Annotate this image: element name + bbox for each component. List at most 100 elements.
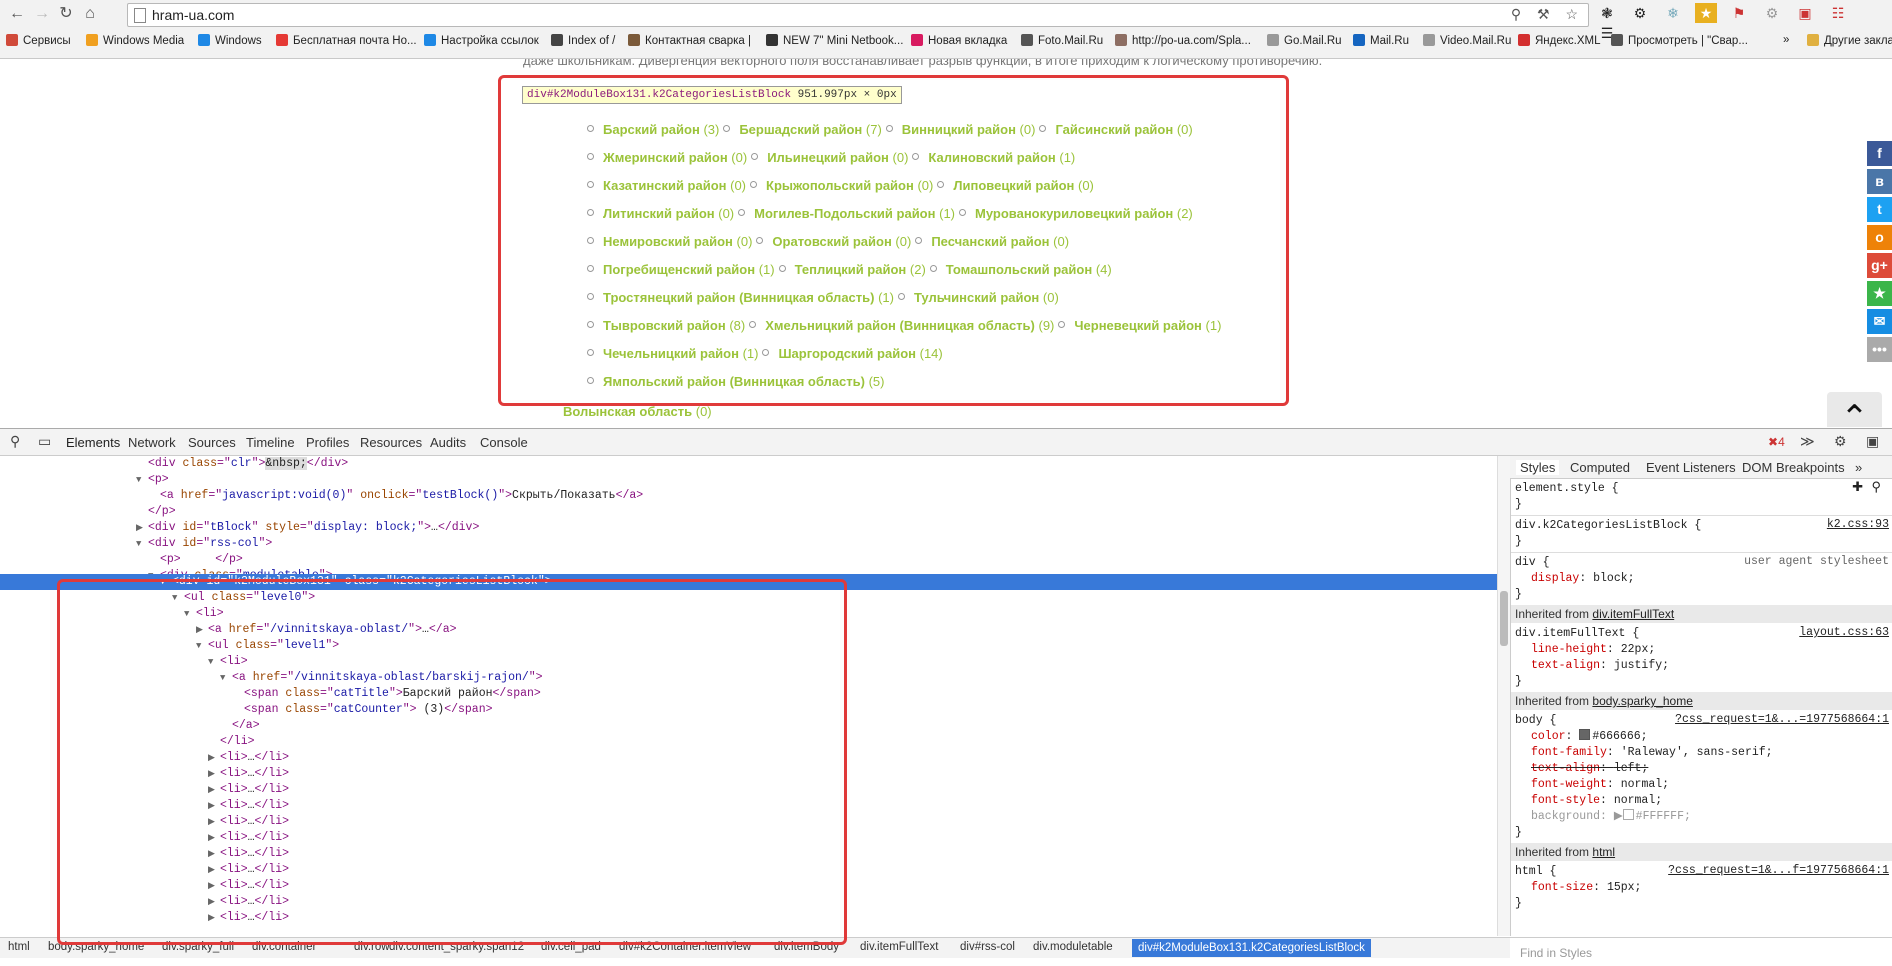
bookmark-item[interactable]: Яндекс.XML xyxy=(1518,34,1601,47)
share-button[interactable]: ★ xyxy=(1867,281,1892,306)
style-property[interactable]: font-style: normal; xyxy=(1531,793,1662,809)
devtools-tab[interactable]: Elements xyxy=(66,435,120,450)
bookmark-item[interactable]: Windows xyxy=(198,34,262,47)
category-link[interactable]: Тывровский район (8) xyxy=(587,312,745,340)
share-button[interactable]: t xyxy=(1867,197,1892,222)
styles-subtab[interactable]: » xyxy=(1855,460,1862,475)
category-link[interactable]: Казатинский район (0) xyxy=(587,172,746,200)
bookmark-item[interactable]: Mail.Ru xyxy=(1353,34,1409,47)
category-link[interactable]: Литинский район (0) xyxy=(587,200,734,228)
category-link[interactable]: Погребищенский район (1) xyxy=(587,256,775,284)
share-button[interactable]: в xyxy=(1867,169,1892,194)
bookmark-item[interactable]: NEW 7" Mini Netbook... xyxy=(766,34,903,47)
bookmark-item[interactable]: Windows Media xyxy=(86,34,184,47)
devtools-tab[interactable]: Profiles xyxy=(306,435,349,450)
style-property-inactive[interactable]: background: ▶ #FFFFFF; xyxy=(1531,809,1691,825)
snowflake-icon[interactable]: ❄ xyxy=(1662,3,1684,23)
dom-node[interactable]: ▼ <p> xyxy=(0,472,1497,488)
category-link[interactable]: Хмельницкий район (Винницкая область) (9… xyxy=(749,312,1054,340)
color-swatch[interactable] xyxy=(1579,729,1591,740)
category-link[interactable]: Немировский район (0) xyxy=(587,228,752,256)
search-icon[interactable]: ⚲ xyxy=(10,433,20,450)
rule-source-link[interactable]: ?css_request=1&...f=1977568664:1 xyxy=(1668,864,1889,877)
styles-subtab[interactable]: Styles xyxy=(1516,460,1560,475)
share-button[interactable]: ✉ xyxy=(1867,309,1892,334)
inherited-link[interactable]: body.sparky_home xyxy=(1592,694,1693,708)
category-link[interactable]: Гайсинский район (0) xyxy=(1039,116,1193,144)
style-property[interactable]: display: block; xyxy=(1531,571,1635,587)
scroll-to-top-button[interactable]: ⌃ xyxy=(1827,392,1882,427)
category-link[interactable]: Тростянецкий район (Винницкая область) (… xyxy=(587,284,894,312)
rule-selector[interactable]: div.k2CategoriesListBlock { xyxy=(1515,518,1701,534)
dom-node[interactable]: <a href="javascript:void(0)" onclick="te… xyxy=(0,488,1497,504)
settings-icon[interactable]: ⚙ xyxy=(1834,433,1847,450)
share-button[interactable]: ••• xyxy=(1867,337,1892,362)
style-property[interactable]: line-height: 22px; xyxy=(1531,642,1655,658)
element-style-rule[interactable]: element.style { xyxy=(1515,481,1619,497)
style-property[interactable]: color: #666666; xyxy=(1531,729,1648,745)
category-link[interactable]: Оратовский район (0) xyxy=(756,228,911,256)
bookmark-item[interactable]: Foto.Mail.Ru xyxy=(1021,34,1103,47)
bookmark-item[interactable]: Просмотреть | "Свар... xyxy=(1611,34,1748,47)
category-link[interactable]: Ильинецкий район (0) xyxy=(751,144,908,172)
devtools-tab[interactable]: Audits xyxy=(430,435,466,450)
spider-icon[interactable]: ❃ xyxy=(1596,3,1618,23)
address-bar[interactable]: hram-ua.com ⚲ ⚒ ☆ xyxy=(127,3,1589,27)
gear-alt-icon[interactable]: ⚙ xyxy=(1761,3,1783,23)
breadcrumb-item[interactable]: html xyxy=(8,941,30,953)
share-button[interactable]: f xyxy=(1867,141,1892,166)
category-link[interactable]: Липовецкий район (0) xyxy=(937,172,1094,200)
inherited-link[interactable]: div.itemFullText xyxy=(1592,607,1674,621)
category-link[interactable]: Мурованокуриловецкий район (2) xyxy=(959,200,1193,228)
category-link[interactable]: Шаргородский район (14) xyxy=(762,340,943,368)
breadcrumb-item[interactable]: div.moduletable xyxy=(1033,941,1113,953)
dom-node[interactable]: <div class="clr">&nbsp;</div> xyxy=(0,456,1497,472)
find-in-styles[interactable]: Find in Styles xyxy=(1510,937,1892,966)
share-button[interactable]: g+ xyxy=(1867,253,1892,278)
devtools-tab[interactable]: Sources xyxy=(188,435,236,450)
bookmark-item[interactable]: Video.Mail.Ru xyxy=(1423,34,1511,47)
new-rule-icon[interactable]: ✚ xyxy=(1852,480,1863,495)
bookmark-item[interactable]: Другие закладки xyxy=(1807,34,1892,47)
breadcrumb-item[interactable]: div#rss-col xyxy=(960,941,1015,953)
rule-selector[interactable]: html { xyxy=(1515,864,1556,880)
style-property[interactable]: text-align: justify; xyxy=(1531,658,1669,674)
category-link[interactable]: Винницкий район (0) xyxy=(885,116,1035,144)
search-icon[interactable]: ⚲ xyxy=(1511,6,1527,22)
pin-icon[interactable]: ⚲ xyxy=(1871,480,1881,495)
oblast-link[interactable]: Волынская область (0) xyxy=(563,404,712,419)
window-icon[interactable]: ▣ xyxy=(1794,3,1816,23)
category-link[interactable]: Бершадский район (7) xyxy=(723,116,882,144)
rule-selector[interactable]: div { xyxy=(1515,555,1550,571)
error-badge[interactable]: ✖4 xyxy=(1768,435,1785,449)
bookmark-star-icon[interactable]: ☆ xyxy=(1565,6,1584,22)
category-link[interactable]: Тульчинский район (0) xyxy=(897,284,1059,312)
category-link[interactable]: Крыжопольский район (0) xyxy=(750,172,933,200)
device-mode-icon[interactable]: ▭ xyxy=(38,433,51,450)
category-link[interactable]: Жмеринский район (0) xyxy=(587,144,747,172)
scrollbar-thumb[interactable] xyxy=(1500,591,1508,646)
rule-source-link[interactable]: ?css_request=1&...=1977568664:1 xyxy=(1675,713,1889,726)
rule-source-link[interactable]: layout.css:63 xyxy=(1799,626,1889,639)
back-icon[interactable]: ← xyxy=(6,3,28,25)
extension-icon[interactable]: ★ xyxy=(1695,3,1717,23)
styles-subtab[interactable]: DOM Breakpoints xyxy=(1742,460,1845,475)
share-button[interactable]: о xyxy=(1867,225,1892,250)
style-property[interactable]: font-weight: normal; xyxy=(1531,777,1669,793)
category-link[interactable]: Песчанский район (0) xyxy=(915,228,1069,256)
styles-subtab[interactable]: Computed xyxy=(1570,460,1630,475)
category-link[interactable]: Черневецкий район (1) xyxy=(1058,312,1221,340)
breadcrumb-item[interactable]: div.itemFullText xyxy=(860,941,938,953)
bookmark-item[interactable]: Бесплатная почта Но... xyxy=(276,34,417,47)
bookmark-item[interactable]: Настройка ссылок xyxy=(424,34,539,47)
category-link[interactable]: Могилев-Подольский район (1) xyxy=(738,200,955,228)
rule-selector[interactable]: body { xyxy=(1515,713,1556,729)
style-property[interactable]: font-family: 'Raleway', sans-serif; xyxy=(1531,745,1773,761)
styles-subtab[interactable]: Event Listeners xyxy=(1646,460,1736,475)
bookmark-item[interactable]: Go.Mail.Ru xyxy=(1267,34,1342,47)
category-link[interactable]: Калиновский район (1) xyxy=(912,144,1075,172)
category-link[interactable]: Томашпольский район (4) xyxy=(929,256,1112,284)
dom-node[interactable]: </p> xyxy=(0,504,1497,520)
dock-icon[interactable]: ▣ xyxy=(1866,433,1879,450)
category-link[interactable]: Ямпольский район (Винницкая область) (5) xyxy=(587,368,884,396)
